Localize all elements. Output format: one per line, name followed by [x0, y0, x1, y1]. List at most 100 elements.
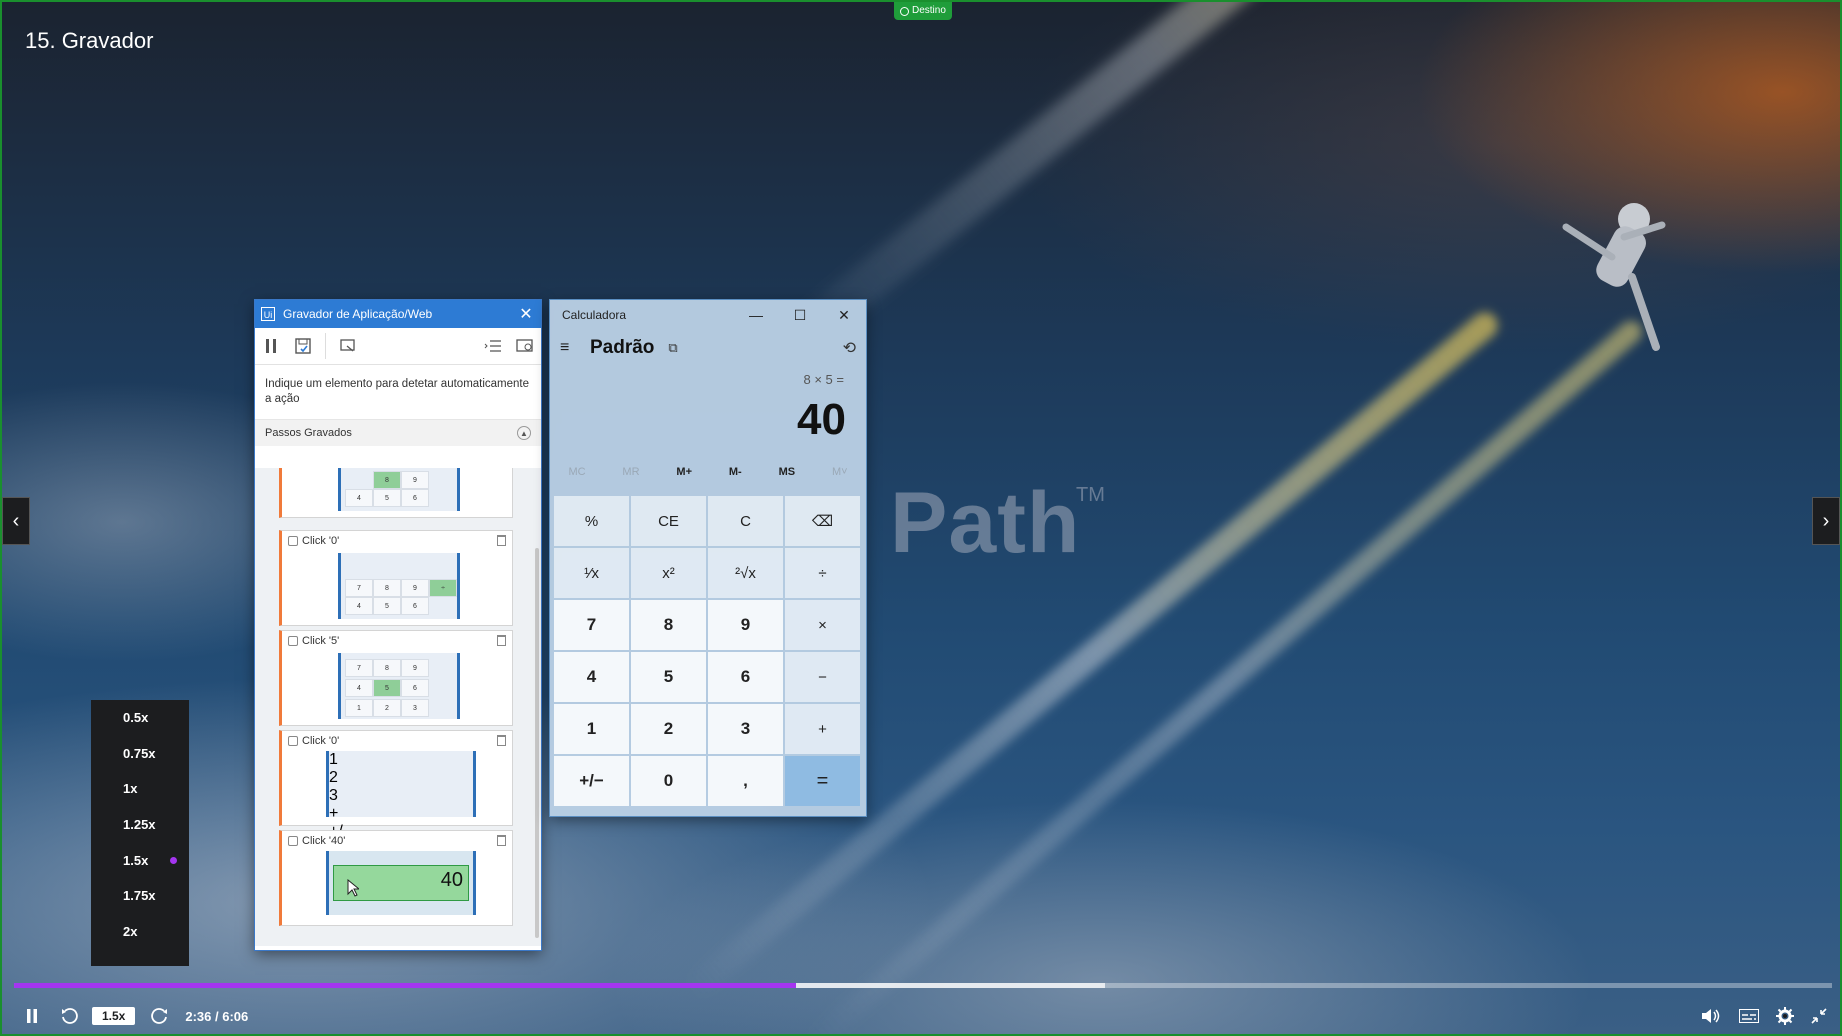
captions-button[interactable]: [1736, 1001, 1762, 1031]
recorded-steps-list: 4 8 9 5 6 Click '0' 7 8 9 ÷ 4 5 6 Click …: [255, 468, 541, 946]
speed-option-1.5x[interactable]: 1.5x: [91, 842, 189, 878]
progress-bar[interactable]: [14, 983, 1832, 988]
memory-bar: MC MR M+ M- MS M˅: [550, 458, 866, 486]
digit-0-button[interactable]: 0: [631, 756, 706, 806]
reciprocal-button[interactable]: ¹⁄x: [554, 548, 629, 598]
subtract-button[interactable]: −: [785, 652, 860, 702]
equals-button[interactable]: =: [785, 756, 860, 806]
trash-icon[interactable]: [497, 835, 506, 846]
rocket-trail: [802, 316, 1647, 1034]
step-label-text: Click '5': [302, 635, 340, 647]
digit-4-button[interactable]: 4: [554, 652, 629, 702]
digit-3-button[interactable]: 3: [708, 704, 783, 754]
memory-recall-button[interactable]: MR: [622, 466, 639, 478]
settings-window-icon[interactable]: [515, 336, 535, 356]
speed-option-1.75x[interactable]: 1.75x: [91, 878, 189, 914]
destino-label: Destino: [912, 5, 946, 16]
recorded-steps-label: Passos Gravados: [265, 427, 352, 439]
trash-icon[interactable]: [497, 535, 506, 546]
calculator-display: 40: [797, 395, 846, 444]
backspace-button[interactable]: ⌫: [785, 496, 860, 546]
playback-speed-button[interactable]: 1.5x: [92, 1001, 136, 1031]
exit-fullscreen-button[interactable]: [1806, 1001, 1832, 1031]
negate-button[interactable]: +/−: [554, 756, 629, 806]
list-item[interactable]: Click '0' 7 8 9 ÷ 4 5 6: [279, 530, 513, 626]
multiply-button[interactable]: ×: [785, 600, 860, 650]
recorder-toolbar: [255, 328, 541, 365]
memory-add-button[interactable]: M+: [676, 466, 692, 478]
list-options-icon[interactable]: [483, 336, 503, 356]
trash-icon[interactable]: [497, 635, 506, 646]
memory-subtract-button[interactable]: M-: [729, 466, 742, 478]
window-select-icon[interactable]: [338, 336, 358, 356]
playback-speed-label: 1.5x: [92, 1007, 136, 1025]
speed-option-0.75x[interactable]: 0.75x: [91, 736, 189, 772]
list-item[interactable]: Click '5' 7 8 9 4 5 6 1 2 3: [279, 630, 513, 726]
settings-button[interactable]: [1772, 1001, 1798, 1031]
keypad: % CE C ⌫ ¹⁄x x² ²√x ÷ 7 8 9 × 4 5 6 − 1 …: [554, 496, 862, 806]
digit-6-button[interactable]: 6: [708, 652, 783, 702]
percent-button[interactable]: %: [554, 496, 629, 546]
memory-clear-button[interactable]: MC: [568, 466, 585, 478]
decimal-button[interactable]: ,: [708, 756, 783, 806]
uipath-watermark-tm: TM: [1076, 484, 1105, 506]
digit-9-button[interactable]: 9: [708, 600, 783, 650]
square-button[interactable]: x²: [631, 548, 706, 598]
step-label-text: Click '0': [302, 535, 340, 547]
digit-5-button[interactable]: 5: [631, 652, 706, 702]
digit-1-button[interactable]: 1: [554, 704, 629, 754]
recorded-steps-header[interactable]: Passos Gravados ▲: [255, 420, 541, 446]
hamburger-menu-icon[interactable]: ≡: [560, 339, 576, 357]
volume-button[interactable]: [1698, 1001, 1724, 1031]
step-label: Click '5': [288, 635, 339, 647]
step-thumbnail: 4 8 9 5 6: [338, 468, 460, 511]
add-button[interactable]: +: [785, 704, 860, 754]
rewind-button[interactable]: [58, 1001, 80, 1031]
destino-badge: Destino: [894, 2, 952, 20]
speed-option-label: 1.5x: [123, 852, 149, 868]
list-item[interactable]: Click '0' 1 2 3 + +/- 0 ,: [279, 730, 513, 876]
step-label: Click '0': [288, 735, 339, 747]
list-item[interactable]: 4 8 9 5 6: [279, 468, 513, 518]
speed-option-0.5x[interactable]: 0.5x: [91, 700, 189, 736]
speed-option-1.25x[interactable]: 1.25x: [91, 807, 189, 843]
square-root-button[interactable]: ²√x: [708, 548, 783, 598]
progress-played: [14, 983, 796, 988]
memory-store-button[interactable]: MS: [779, 466, 796, 478]
maximize-icon[interactable]: ☐: [778, 307, 822, 324]
calculator-mode-bar: ≡ Padrão ⧉ ⟲: [550, 330, 866, 366]
trash-icon[interactable]: [497, 735, 506, 746]
digit-2-button[interactable]: 2: [631, 704, 706, 754]
speed-option-1x[interactable]: 1x: [91, 771, 189, 807]
next-lecture-button[interactable]: ›: [1812, 497, 1840, 545]
step-label-text: Click '40': [302, 835, 346, 847]
pause-button[interactable]: [22, 1001, 42, 1031]
clear-button[interactable]: C: [708, 496, 783, 546]
step-thumbnail-value: 40: [440, 869, 463, 891]
speed-option-2x[interactable]: 2x: [91, 914, 189, 950]
list-item[interactable]: Click '40' 40: [279, 830, 513, 926]
previous-lecture-button[interactable]: ‹: [2, 497, 30, 545]
recorder-window: Ui Gravador de Aplicação/Web ✕ Indique u: [255, 300, 541, 950]
pause-icon[interactable]: [261, 336, 281, 356]
digit-8-button[interactable]: 8: [631, 600, 706, 650]
click-icon: [288, 836, 298, 846]
history-icon[interactable]: ⟲: [843, 338, 856, 358]
click-icon: [288, 736, 298, 746]
step-thumbnail: 7 8 9 ÷ 4 5 6: [338, 553, 460, 619]
step-label: Click '40': [288, 835, 345, 847]
forward-button[interactable]: [149, 1001, 171, 1031]
step-thumbnail: 7 8 9 4 5 6 1 2 3: [338, 653, 460, 719]
close-icon[interactable]: ✕: [511, 304, 541, 324]
keep-on-top-icon[interactable]: ⧉: [668, 340, 677, 356]
minimize-icon[interactable]: —: [734, 307, 778, 323]
clear-entry-button[interactable]: CE: [631, 496, 706, 546]
chevron-up-icon[interactable]: ▲: [517, 426, 531, 440]
chevron-left-icon: ‹: [12, 509, 20, 532]
divide-button[interactable]: ÷: [785, 548, 860, 598]
memory-list-button[interactable]: M˅: [832, 466, 848, 478]
save-icon[interactable]: [293, 336, 313, 356]
close-icon[interactable]: ✕: [822, 307, 866, 324]
scrollbar[interactable]: [535, 548, 539, 938]
digit-7-button[interactable]: 7: [554, 600, 629, 650]
